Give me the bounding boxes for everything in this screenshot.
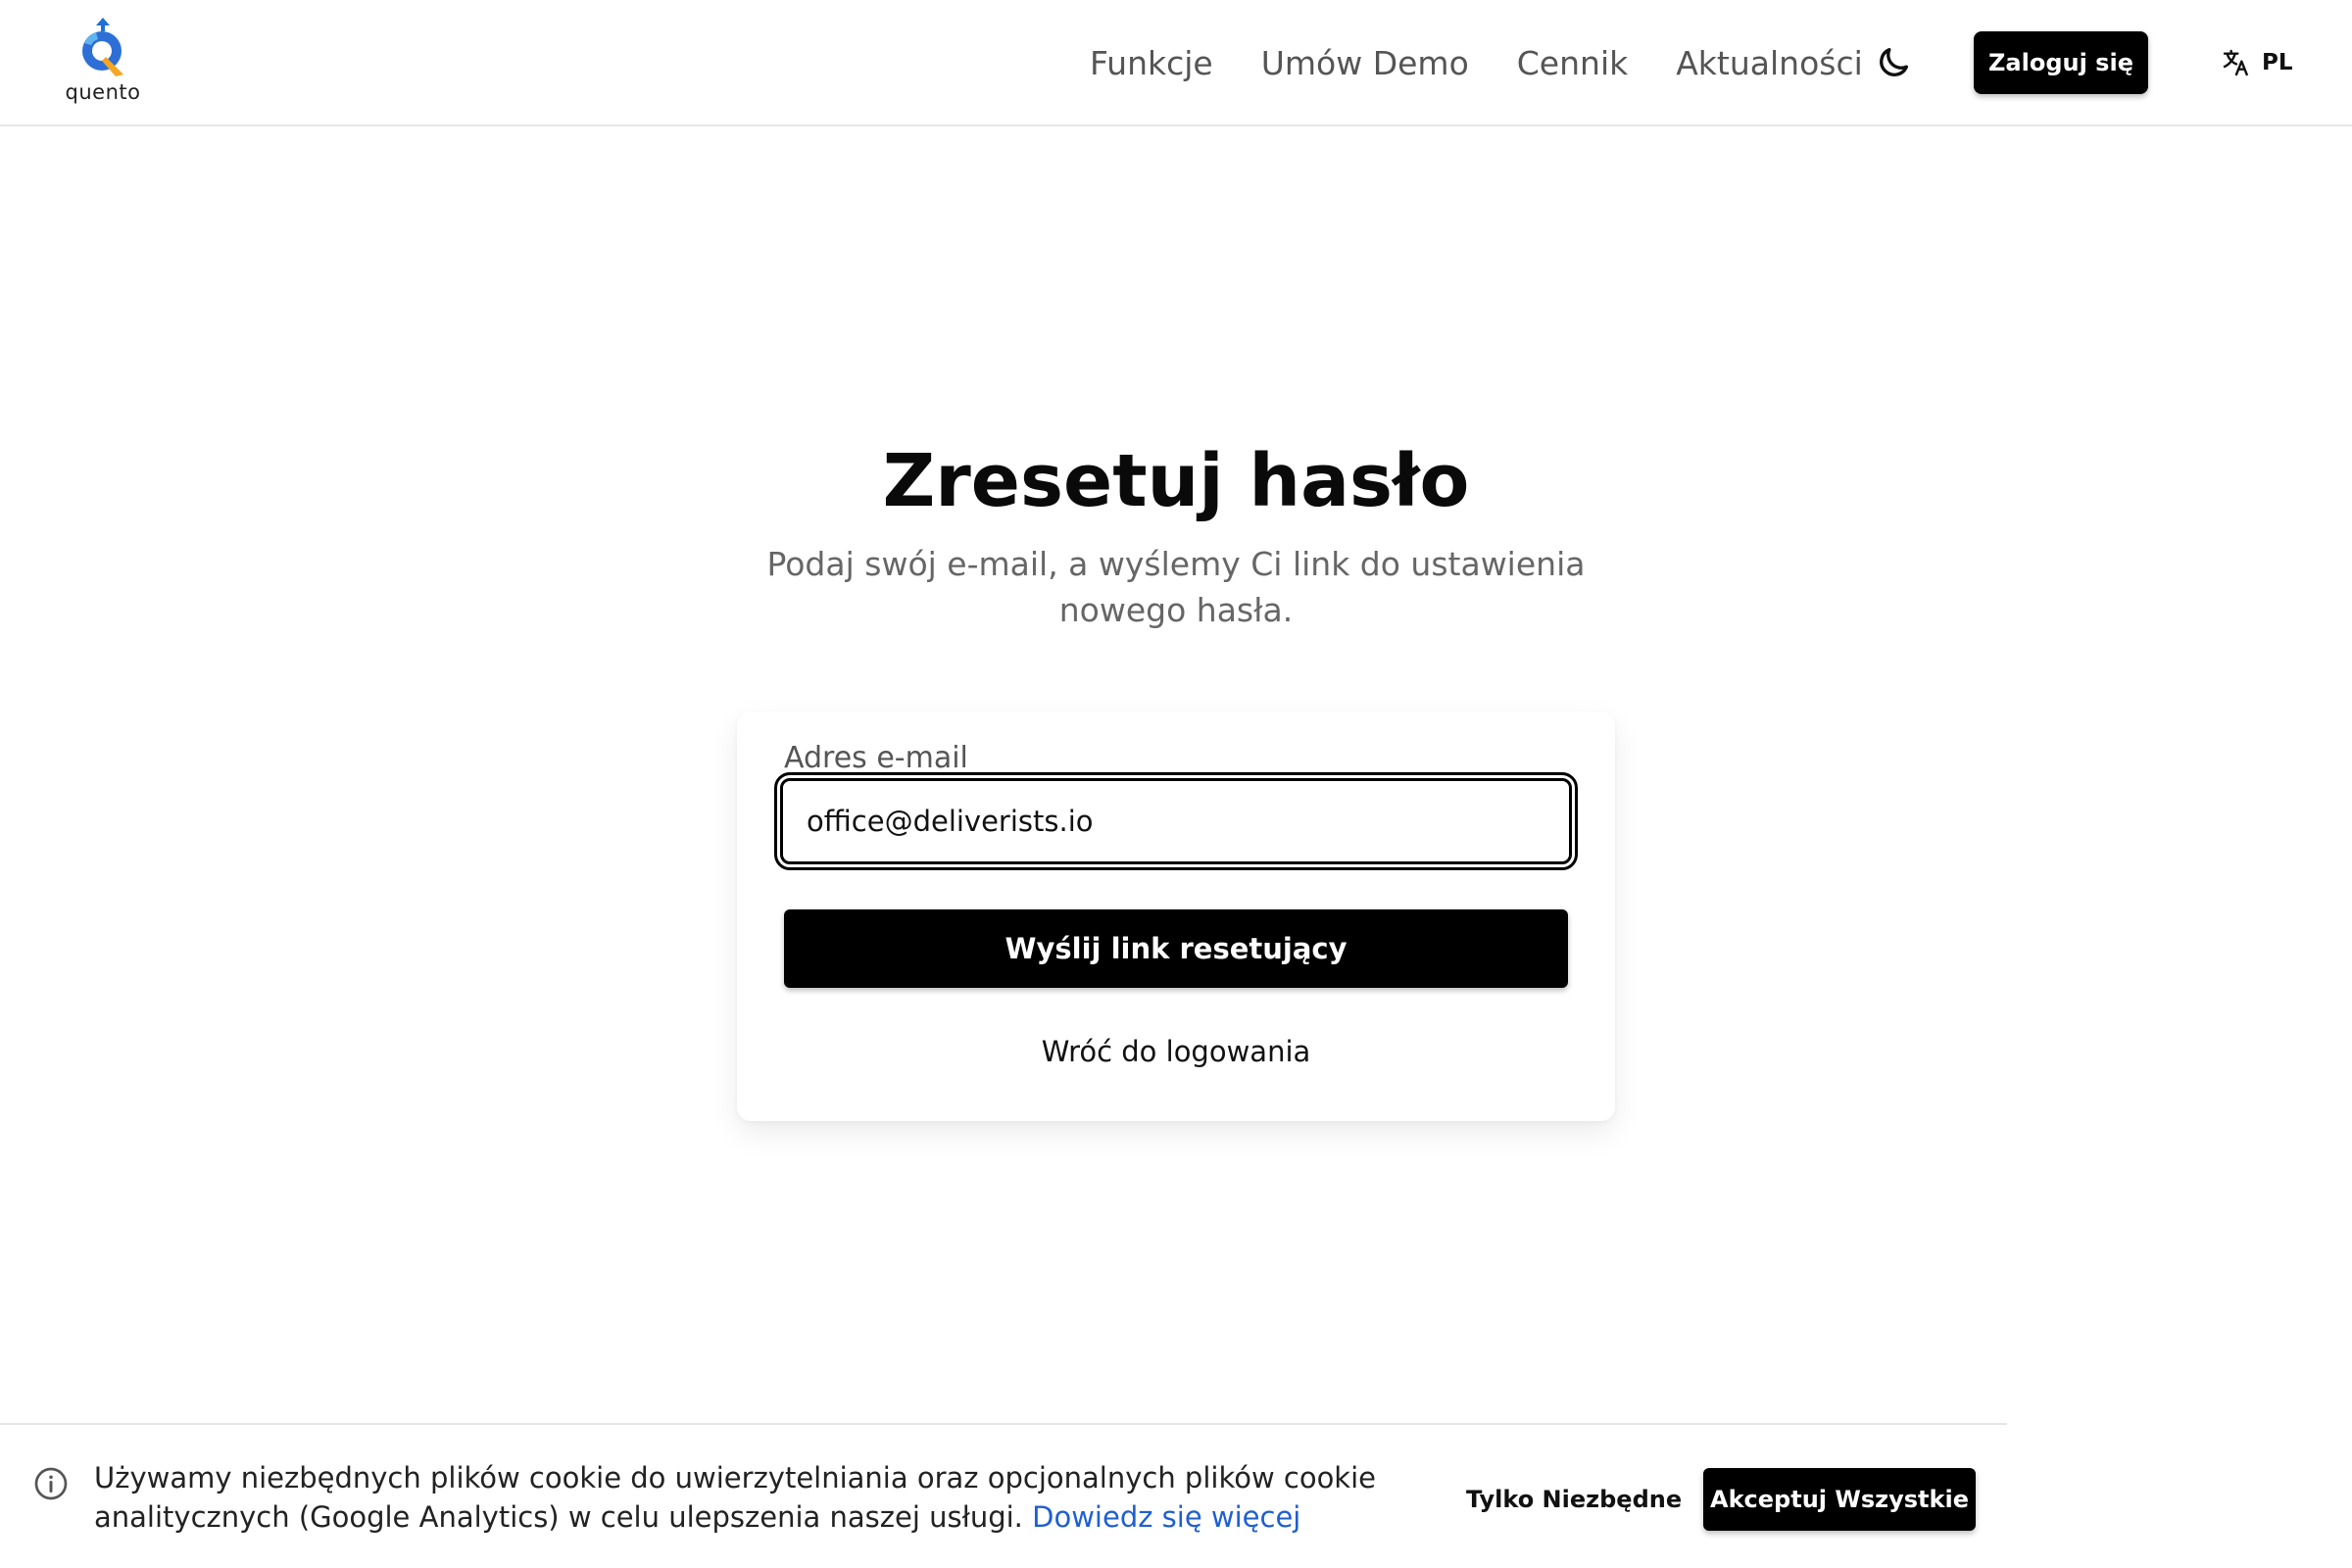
logo-mark-icon (82, 18, 123, 76)
reset-password-card: Adres e-mail Wyślij link resetujący Wróć… (737, 711, 1615, 1121)
nav-item-news[interactable]: Aktualności (1676, 44, 1863, 82)
back-to-login-link[interactable]: Wróć do logowania (737, 1035, 1615, 1068)
essential-only-button[interactable]: Tylko Niezbędne (1450, 1468, 1697, 1531)
logo[interactable]: quento (59, 14, 147, 108)
nav-item-features[interactable]: Funkcje (1090, 44, 1213, 82)
login-button[interactable]: Zaloguj się (1974, 31, 2148, 94)
email-label: Adres e-mail (784, 741, 968, 775)
email-input[interactable] (774, 772, 1578, 870)
moon-icon[interactable] (1874, 43, 1913, 82)
learn-more-link[interactable]: Dowiedz się więcej (1032, 1500, 1300, 1534)
accept-all-button[interactable]: Akceptuj Wszystkie (1703, 1468, 1976, 1531)
language-switcher[interactable]: PL (2221, 45, 2293, 80)
nav-item-pricing[interactable]: Cennik (1517, 44, 1628, 82)
logo-text: quento (65, 80, 141, 104)
language-code: PL (2262, 50, 2293, 75)
translate-icon (2223, 49, 2248, 76)
info-icon (34, 1467, 68, 1500)
page-title: Zresetuj hasło (882, 439, 1470, 523)
send-reset-link-button[interactable]: Wyślij link resetujący (784, 909, 1568, 988)
cookie-message: Używamy niezbędnych plików cookie do uwi… (94, 1458, 1407, 1537)
page-subtitle: Podaj swój e-mail, a wyślemy Ci link do … (766, 545, 1586, 629)
nav-item-book-demo[interactable]: Umów Demo (1261, 44, 1469, 82)
main-nav: Funkcje Umów Demo Cennik Aktualności (1090, 39, 1863, 86)
cookie-banner: Używamy niezbędnych plików cookie do uwi… (0, 1423, 2007, 1568)
site-header: quento Funkcje Umów Demo Cennik Aktualno… (0, 0, 2352, 126)
